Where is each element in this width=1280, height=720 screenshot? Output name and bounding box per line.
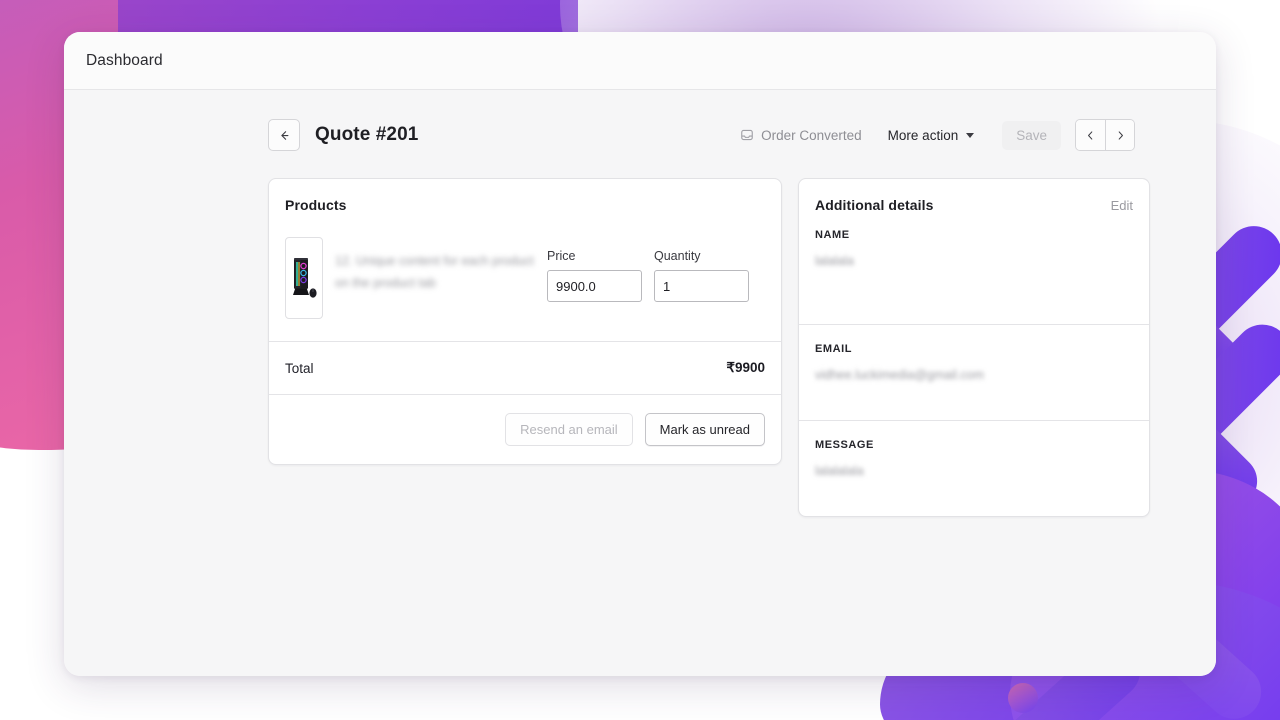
more-action-label: More action bbox=[888, 128, 959, 143]
quantity-field-group: Quantity bbox=[654, 237, 749, 302]
additional-details-card: Additional details Edit NAME lalalala EM… bbox=[798, 178, 1150, 517]
detail-label: MESSAGE bbox=[815, 439, 1133, 451]
next-record-button[interactable] bbox=[1105, 120, 1134, 150]
products-title: Products bbox=[285, 197, 765, 213]
order-status-label: Order Converted bbox=[761, 128, 862, 143]
price-input[interactable] bbox=[547, 270, 642, 302]
products-header: Products bbox=[269, 179, 781, 231]
total-value: ₹9900 bbox=[726, 360, 765, 376]
detail-field-message: MESSAGE lalalalala bbox=[799, 421, 1149, 516]
gaming-pc-tower-icon bbox=[289, 249, 319, 307]
previous-record-button[interactable] bbox=[1076, 120, 1105, 150]
order-status-badge: Order Converted bbox=[740, 128, 862, 143]
detail-value: vidhee.luckimedia@gmail.com bbox=[815, 368, 1133, 382]
edit-details-link[interactable]: Edit bbox=[1111, 198, 1133, 213]
chevron-down-icon bbox=[966, 133, 974, 138]
total-label: Total bbox=[285, 361, 314, 376]
product-name: 12. Unique content for each product on t… bbox=[335, 237, 535, 295]
inbox-icon bbox=[740, 128, 754, 142]
page-content: Products bbox=[64, 152, 1216, 517]
save-button[interactable]: Save bbox=[1002, 121, 1061, 150]
back-button[interactable] bbox=[268, 119, 300, 151]
price-field-group: Price bbox=[547, 237, 642, 302]
header-actions: Order Converted More action Save bbox=[740, 119, 1135, 151]
detail-field-name: NAME lalalala bbox=[799, 229, 1149, 324]
chevron-right-icon bbox=[1114, 129, 1127, 142]
products-actions: Resend an email Mark as unread bbox=[269, 395, 781, 464]
detail-field-email: EMAIL vidhee.luckimedia@gmail.com bbox=[799, 325, 1149, 420]
product-list: 12. Unique content for each product on t… bbox=[269, 231, 781, 341]
app-window: Dashboard Quote #201 Order Converted bbox=[64, 32, 1216, 676]
quantity-label: Quantity bbox=[654, 249, 749, 263]
more-action-dropdown[interactable]: More action bbox=[884, 123, 979, 148]
gradient-dot-circle bbox=[1008, 683, 1038, 713]
arrow-left-icon bbox=[277, 128, 292, 143]
mark-as-unread-button[interactable]: Mark as unread bbox=[645, 413, 765, 446]
resend-email-button[interactable]: Resend an email bbox=[505, 413, 633, 446]
total-row: Total ₹9900 bbox=[269, 342, 781, 394]
detail-label: EMAIL bbox=[815, 343, 1133, 355]
details-header: Additional details Edit bbox=[799, 179, 1149, 229]
quantity-input[interactable] bbox=[654, 270, 749, 302]
detail-value: lalalalala bbox=[815, 464, 1133, 478]
app-body: Quote #201 Order Converted More action S… bbox=[64, 90, 1216, 676]
window-title: Dashboard bbox=[86, 52, 163, 70]
details-title: Additional details bbox=[815, 197, 933, 213]
product-row: 12. Unique content for each product on t… bbox=[285, 237, 765, 319]
price-label: Price bbox=[547, 249, 642, 263]
page-header: Quote #201 Order Converted More action S… bbox=[64, 90, 1216, 152]
products-card: Products bbox=[268, 178, 782, 465]
chevron-left-icon bbox=[1084, 129, 1097, 142]
detail-label: NAME bbox=[815, 229, 1133, 241]
product-thumbnail[interactable] bbox=[285, 237, 323, 319]
page-title: Quote #201 bbox=[315, 124, 418, 146]
detail-value: lalalala bbox=[815, 254, 1133, 268]
record-navigation-group bbox=[1075, 119, 1135, 151]
window-titlebar: Dashboard bbox=[64, 32, 1216, 90]
